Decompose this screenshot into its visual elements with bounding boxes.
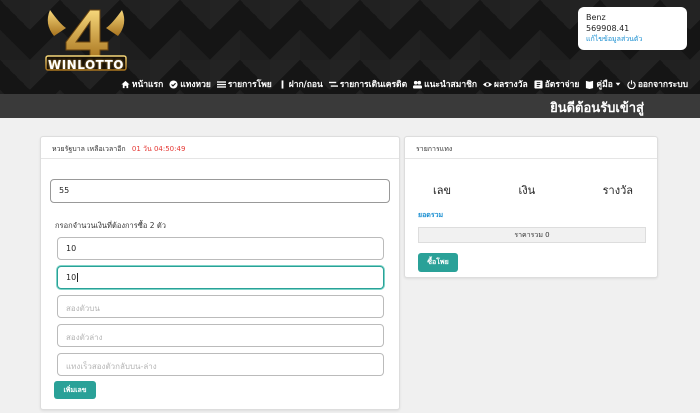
bet-list-panel: รายการแทง เลข เงิน รางวัล ยอดรวม ราคารวม… [404,136,658,278]
nav-label: คู่มือ [596,80,613,90]
amount-input-1[interactable]: 10 [57,237,384,260]
column-prize: รางวัล [602,184,633,197]
money-icon [281,79,284,89]
two-top-input[interactable]: สองตัวบน [57,295,384,318]
two-bottom-input[interactable]: สองตัวล่าง [57,324,384,347]
column-number: เลข [433,184,452,197]
amount-instruction: กรอกจำนวนเงินที่ต้องการซื้อ 2 ตัว [55,221,167,230]
nav-item-tickets[interactable]: รายการโพย [216,77,272,91]
eye-icon [483,81,493,87]
add-number-button[interactable]: เพิ่มเลข [54,381,96,399]
logo-text: WINLOTTO [47,58,124,72]
nav-label: แทงหวย [180,80,211,90]
table-icon [534,79,543,89]
quick-two-reverse-input[interactable]: แทงเร็วสองตัวกลับบน-ล่าง [57,353,384,376]
countdown-timer: 01 วัน 04:50:49 [131,145,186,153]
bet-form-panel: หวยรัฐบาล เหลือเวลาอีก 01 วัน 04:50:49 5… [40,136,400,410]
bet-list-columns: เลข เงิน รางวัล [433,181,633,199]
user-credit: 569908.41 [586,24,630,33]
number-input-value: 55 [59,186,70,195]
main-nav: หน้าแรก แทงหวย รายการโพย ฝาก/ถอน รายการเ… [121,77,688,91]
nav-label: แนะนำสมาชิก [424,80,478,90]
amount-input-2[interactable]: 10 [57,266,384,289]
input-value: 10 [66,273,77,282]
nav-item-bet[interactable]: แทงหวย [169,77,211,91]
nav-item-credit[interactable]: รายการเดินเครดิต [328,77,408,91]
panel-header: หวยรัฐบาล เหลือเวลาอีก 01 วัน 04:50:49 [41,137,399,159]
nav-label: รายการโพย [227,80,272,90]
nav-item-results[interactable]: ผลรางวัล [483,77,528,91]
welcome-bar: ยินดีต้อนรับเข้าสู่ [0,94,700,118]
input-placeholder: แทงเร็วสองตัวกลับบน-ล่าง [66,362,157,371]
nav-label: อัตราจ่าย [544,80,580,90]
panel-header: รายการแทง [405,137,657,159]
nav-label: ฝาก/ถอน [288,80,323,90]
nav-label: หน้าแรก [131,80,164,90]
welcome-text: ยินดีต้อนรับเข้าสู่ [550,101,644,116]
users-icon [413,80,423,89]
nav-item-deposit[interactable]: ฝาก/ถอน [278,77,323,91]
number-input[interactable]: 55 [50,179,390,203]
input-value: 10 [66,244,77,253]
power-icon [627,79,636,89]
check-icon [169,79,178,89]
buy-ticket-button[interactable]: ซื้อโพย [418,253,458,272]
lottery-title: หวยรัฐบาล เหลือเวลาอีก [52,145,126,153]
nav-item-logout[interactable]: ออกจากระบบ [627,77,688,91]
user-name: Benz [586,13,606,22]
caret-down-icon [615,82,621,86]
total-price-bar: ราคารวม 0 [418,227,646,243]
exchange-icon [328,81,338,87]
nav-item-manual[interactable]: คู่มือ [585,77,621,91]
nav-item-rates[interactable]: อัตราจ่าย [534,77,580,91]
user-info-box: Benz 569908.41 แก้ไขข้อมูลส่วนตัว [578,7,687,50]
top-header: WINLOTTO Benz 569908.41 แก้ไขข้อมูลส่วนต… [0,0,700,94]
book-icon [586,80,594,89]
nav-item-home[interactable]: หน้าแรก [121,77,163,91]
home-icon [121,80,130,88]
sum-link[interactable]: ยอดรวม [418,210,443,221]
bet-list-title: รายการแทง [416,145,453,153]
nav-item-referral[interactable]: แนะนำสมาชิก [413,77,477,91]
nav-label: รายการเดินเครดิต [339,80,408,90]
input-placeholder: สองตัวบน [66,304,100,313]
input-placeholder: สองตัวล่าง [66,333,103,342]
column-amount: เงิน [518,184,536,197]
list-icon [216,80,226,88]
edit-profile-link[interactable]: แก้ไขข้อมูลส่วนตัว [586,34,679,45]
nav-label: ออกจากระบบ [637,80,688,90]
nav-label: ผลรางวัล [494,80,528,90]
